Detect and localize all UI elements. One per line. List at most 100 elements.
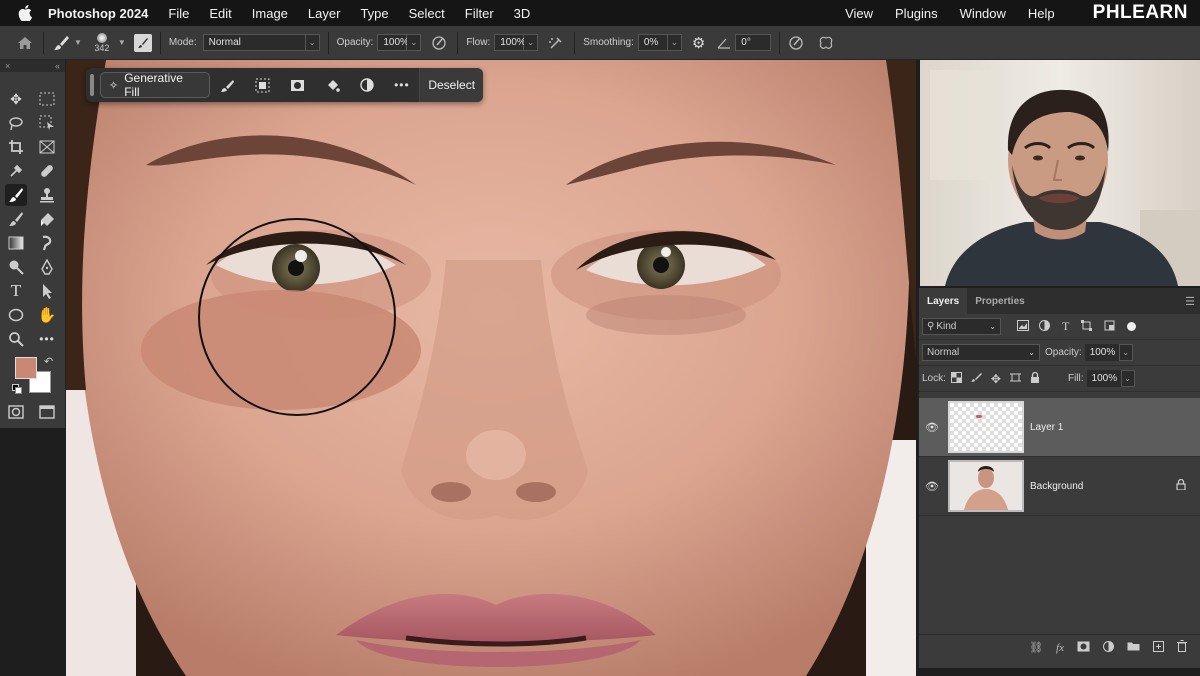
brush-size-preview[interactable]: 342 — [88, 32, 116, 53]
crop-tool-icon[interactable] — [5, 136, 27, 158]
smudge-tool-icon[interactable] — [36, 232, 58, 254]
filter-kind-select[interactable]: ⚲ Kind ⌄ — [922, 318, 1001, 335]
new-layer-icon[interactable] — [1153, 640, 1164, 655]
menu-window[interactable]: Window — [960, 6, 1006, 21]
layer-name[interactable]: Background — [1030, 481, 1083, 492]
close-icon[interactable]: × — [5, 61, 10, 71]
opacity-field[interactable]: 100% ⌄ — [377, 34, 422, 51]
mode-select[interactable]: Normal ⌄ — [202, 34, 320, 51]
home-icon[interactable] — [17, 34, 35, 52]
visibility-eye-icon[interactable]: 👁 — [919, 480, 945, 493]
menu-filter[interactable]: Filter — [465, 6, 494, 21]
quick-mask-icon[interactable] — [5, 401, 27, 423]
angle-field[interactable]: 0° — [735, 34, 772, 51]
menu-select[interactable]: Select — [409, 6, 445, 21]
foreground-color-swatch[interactable] — [15, 357, 37, 379]
lock-all-icon[interactable] — [1030, 371, 1040, 386]
move-tool-icon[interactable]: ✥ — [5, 88, 27, 110]
brush-preset-chevron-icon[interactable]: ▼ — [74, 38, 82, 47]
object-selection-tool-icon[interactable] — [36, 112, 58, 134]
flow-field[interactable]: 100% ⌄ — [494, 34, 539, 51]
link-layers-icon[interactable]: ⛓ — [1029, 641, 1043, 654]
menu-app-name[interactable]: Photoshop 2024 — [48, 6, 148, 21]
filter-type-icon[interactable]: T — [1062, 319, 1069, 334]
filter-pixel-icon[interactable] — [1017, 319, 1029, 334]
smoothing-field[interactable]: 0% ⌄ — [637, 34, 682, 51]
menu-type[interactable]: Type — [360, 6, 388, 21]
more-tools-icon[interactable]: ••• — [36, 328, 58, 350]
frame-tool-icon[interactable] — [36, 136, 58, 158]
modify-selection-icon[interactable] — [210, 78, 245, 93]
gear-icon[interactable]: ⚙ — [692, 34, 705, 52]
filter-toggle-icon[interactable] — [1127, 322, 1137, 331]
layer-row-background[interactable]: 👁 Background — [919, 457, 1200, 516]
stamp-tool-icon[interactable] — [36, 184, 58, 206]
swap-colors-icon[interactable]: ↶ — [44, 355, 53, 368]
generative-fill-button[interactable]: ✧ Generative Fill — [99, 71, 211, 99]
fill-field[interactable]: 100% — [1086, 370, 1121, 387]
layer-row-layer-1[interactable]: 👁 Layer 1 — [919, 398, 1200, 457]
lasso-tool-icon[interactable] — [5, 112, 27, 134]
filter-shape-icon[interactable] — [1081, 319, 1093, 334]
layer-thumbnail[interactable] — [948, 401, 1024, 453]
visibility-eye-icon[interactable]: 👁 — [919, 421, 945, 434]
lock-transparent-icon[interactable] — [950, 371, 962, 386]
menu-file[interactable]: File — [168, 6, 189, 21]
fill-bucket-icon[interactable] — [315, 78, 350, 93]
ellipse-tool-icon[interactable] — [5, 304, 27, 326]
brush-tool-icon[interactable] — [5, 184, 27, 206]
document-canvas[interactable] — [66, 60, 916, 676]
menu-plugins[interactable]: Plugins — [895, 6, 938, 21]
pen-tool-icon[interactable] — [36, 256, 58, 278]
panel-menu-icon[interactable]: ☰ — [1185, 295, 1195, 314]
filter-smart-object-icon[interactable] — [1104, 320, 1115, 334]
mask-icon[interactable] — [280, 79, 315, 92]
tab-properties[interactable]: Properties — [967, 296, 1032, 314]
pressure-opacity-icon[interactable] — [431, 35, 449, 51]
invert-selection-icon[interactable] — [245, 78, 280, 93]
collapse-icon[interactable]: « — [55, 61, 60, 71]
type-tool-icon[interactable]: T — [5, 280, 27, 302]
apple-icon[interactable] — [18, 5, 32, 21]
history-brush-tool-icon[interactable] — [5, 208, 27, 230]
lock-artboard-icon[interactable] — [1009, 372, 1021, 386]
airbrush-icon[interactable] — [548, 35, 566, 51]
more-options-icon[interactable]: ••• — [384, 78, 419, 92]
eraser-tool-icon[interactable] — [36, 208, 58, 230]
chevron-down-icon[interactable]: ⌄ — [1118, 344, 1133, 361]
menu-edit[interactable]: Edit — [209, 6, 231, 21]
dodge-tool-icon[interactable] — [5, 256, 27, 278]
brush-tool-icon[interactable] — [52, 33, 72, 53]
layer-name[interactable]: Layer 1 — [1030, 422, 1063, 433]
menu-view[interactable]: View — [845, 6, 873, 21]
add-mask-icon[interactable] — [1077, 641, 1090, 655]
lock-position-icon[interactable]: ✥ — [991, 372, 1001, 386]
deselect-button[interactable]: Deselect — [419, 68, 484, 102]
tab-layers[interactable]: Layers — [919, 288, 968, 314]
blend-mode-select[interactable]: Normal ⌄ — [922, 344, 1040, 361]
symmetry-icon[interactable] — [818, 35, 836, 51]
hand-tool-icon[interactable]: ✋ — [36, 304, 58, 326]
filter-adjustment-icon[interactable] — [1039, 319, 1050, 334]
menu-image[interactable]: Image — [252, 6, 288, 21]
new-adjustment-icon[interactable] — [1103, 640, 1114, 655]
pressure-size-icon[interactable] — [788, 35, 806, 51]
marquee-tool-icon[interactable] — [36, 88, 58, 110]
chevron-down-icon[interactable]: ⌄ — [1120, 370, 1135, 387]
taskbar-drag-handle[interactable] — [90, 74, 94, 96]
healing-brush-tool-icon[interactable] — [36, 160, 58, 182]
layer-lock-icon[interactable] — [1176, 478, 1186, 493]
fx-icon[interactable]: fx — [1056, 642, 1064, 654]
adjustment-layer-icon[interactable] — [350, 78, 385, 92]
gradient-tool-icon[interactable] — [5, 232, 27, 254]
delete-layer-icon[interactable] — [1177, 640, 1187, 655]
brush-size-chevron-icon[interactable]: ▼ — [118, 38, 126, 47]
new-group-icon[interactable] — [1127, 641, 1140, 654]
menu-layer[interactable]: Layer — [308, 6, 341, 21]
path-selection-tool-icon[interactable] — [36, 280, 58, 302]
brush-settings-icon[interactable] — [133, 33, 152, 52]
default-colors-icon[interactable] — [12, 384, 22, 394]
menu-help[interactable]: Help — [1028, 6, 1055, 21]
lock-pixels-icon[interactable] — [970, 372, 982, 386]
layer-opacity-field[interactable]: 100% — [1084, 344, 1119, 361]
